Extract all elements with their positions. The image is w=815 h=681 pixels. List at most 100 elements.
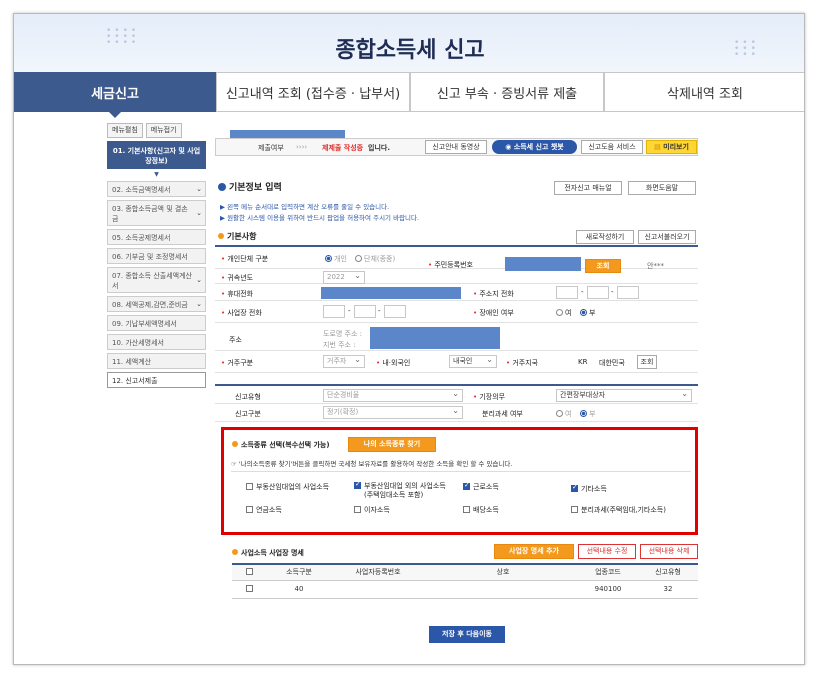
screen-help-button[interactable]: 화면도움말	[628, 181, 696, 195]
income-other[interactable]: 기타소득	[571, 483, 607, 494]
separate-tax-no[interactable]: 부	[580, 409, 595, 419]
address-phone-3[interactable]	[617, 286, 639, 299]
bookkeeping-select[interactable]: 간편장부대상자	[556, 388, 692, 402]
sidebar-item-label: 01. 기본사항(신고자 및 사업장정보)	[112, 147, 201, 165]
sidebar-item-credits[interactable]: 08. 세액공제,감면,준비금 ⌄	[107, 296, 206, 312]
country-label: • 거주지국	[506, 359, 539, 367]
income-type-title: 소득종류 선택(복수선택 가능)	[232, 440, 330, 450]
sidebar-controls: 메뉴펼침 메뉴접기	[107, 123, 206, 138]
disability-no[interactable]: 부	[580, 308, 595, 318]
income-interest[interactable]: 이자소득	[354, 505, 390, 515]
preview-label: 미리보기	[663, 143, 689, 151]
delete-selected-button[interactable]: 선택내용 삭제	[640, 544, 698, 559]
nationality-select[interactable]: 내국인	[449, 354, 497, 368]
disability-yes[interactable]: 여	[556, 308, 571, 318]
sidebar-item-tax-compute[interactable]: 11. 세액계산	[107, 353, 206, 369]
country-name: 대한민국	[599, 359, 625, 367]
menu-collapse-button[interactable]: 메뉴접기	[145, 123, 182, 138]
report-type-select[interactable]: 단순경비율	[323, 388, 463, 402]
table-header: 소득구분 사업자등록번호 상호 업종코드 신고유형	[232, 564, 698, 580]
help-service-button[interactable]: 신고도움 서비스	[581, 140, 643, 154]
find-income-type-button[interactable]: 나의 소득종류 찾기	[348, 437, 436, 452]
row-report-type: 신고유형 단순경비율 • 기장의무 간편장부대상자	[215, 384, 698, 404]
sidebar-item-submit[interactable]: 12. 신고서제출	[107, 372, 206, 388]
income-dividend[interactable]: 배당소득	[463, 505, 499, 515]
business-table: 소득구분 사업자등록번호 상호 업종코드 신고유형 40 940100 32	[232, 563, 698, 599]
income-business[interactable]: 부동산임대업 외의 사업소득(주택임대소득 포함)	[354, 480, 446, 500]
bookkeeping-label: • 기장의무	[473, 393, 506, 401]
income-separate-tax[interactable]: 분리과세(주택임대,기타소득)	[571, 505, 666, 515]
separate-tax-yes[interactable]: 여	[556, 409, 571, 419]
step-arrows: ››››	[296, 143, 308, 151]
year-select[interactable]: 2022	[323, 270, 365, 284]
column-header: 소득구분	[286, 568, 312, 577]
address-label: 주소	[229, 336, 242, 344]
income-real-estate-rental[interactable]: 부동산임대업의 사업소득	[246, 482, 329, 492]
person-type-group[interactable]: 단체(종중)	[355, 254, 395, 264]
business-section: 사업소득 사업장 명세 사업장 명세 추가 선택내용 수정 선택내용 삭제 소득…	[232, 543, 698, 633]
guide-video-button[interactable]: 신고안내 동영상	[425, 140, 487, 154]
chatbot-icon: ◉	[505, 143, 514, 151]
sidebar-item-basic[interactable]: 01. 기본사항(신고자 및 사업장정보)	[107, 141, 206, 169]
tab-tax-report[interactable]: 세금신고	[14, 72, 216, 118]
sidebar-item-donation[interactable]: 06. 기부금 및 조정명세서	[107, 248, 206, 264]
sidebar-item-label: 07. 종합소득 산출세액계산서	[112, 272, 192, 290]
table-row[interactable]: 40 940100 32	[232, 580, 698, 598]
row-select-cell[interactable]	[232, 580, 270, 598]
e-report-manual-button[interactable]: 전자신고 매뉴얼	[554, 181, 622, 195]
business-phone-3[interactable]	[384, 305, 406, 318]
sidebar-item-deduction[interactable]: 05. 소득공제명세서	[107, 229, 206, 245]
chevron-down-icon: ▼	[154, 171, 159, 178]
country-lookup-button[interactable]: 조회	[637, 355, 657, 369]
country-code: KR	[578, 358, 588, 366]
sidebar-item-prepaid[interactable]: 09. 기납부세액명세서	[107, 315, 206, 331]
preview-button[interactable]: ▤ 미리보기	[646, 140, 697, 154]
column-header: 업종코드	[595, 568, 621, 577]
person-type-label: • 개인단체 구분	[221, 255, 269, 263]
rewrite-button[interactable]: 새로작성하기	[576, 230, 634, 244]
load-report-button[interactable]: 신고서불러오기	[638, 230, 696, 244]
business-phone-2[interactable]	[354, 305, 376, 318]
cell-name	[428, 580, 578, 598]
select-all-cell[interactable]	[232, 564, 270, 580]
income-wage[interactable]: 근로소득	[463, 481, 499, 492]
sidebar-item-label: 03. 종합소득금액 및 결손금	[112, 205, 188, 223]
sidebar-item-income-statement[interactable]: 02. 소득금액명세서 ⌄	[107, 181, 206, 197]
income-pension[interactable]: 연금소득	[246, 505, 282, 515]
edit-selected-button[interactable]: 선택내용 수정	[578, 544, 636, 559]
select-all-checkbox[interactable]	[246, 568, 253, 576]
income-type-section: 소득종류 선택(복수선택 가능) 나의 소득종류 찾기 ☞ '나의소득종류 찾기…	[221, 427, 698, 535]
tab-report-history[interactable]: 신고내역 조회 (접수증 · 납부서)	[216, 72, 410, 112]
report-category-label: 신고구분	[235, 410, 261, 418]
add-business-button[interactable]: 사업장 명세 추가	[494, 544, 574, 559]
report-category-select[interactable]: 정기(확정)	[323, 405, 463, 419]
chevron-down-icon: ⌄	[196, 185, 202, 193]
residence-select[interactable]: 거주자	[323, 354, 365, 368]
tab-attachments[interactable]: 신고 부속 · 증빙서류 제출	[410, 72, 604, 112]
address-phone-2[interactable]	[587, 286, 609, 299]
row-report-category: 신고구분 정기(확정) 분리과세 여부 여 부	[215, 404, 698, 422]
cell-biz-no	[328, 580, 428, 598]
row-checkbox[interactable]	[246, 585, 253, 592]
tab-deleted-history[interactable]: 삭제내역 조회	[604, 72, 804, 112]
chatbot-button[interactable]: ◉ 소득세 신고 챗봇	[492, 140, 577, 154]
column-header: 상호	[496, 568, 510, 577]
sidebar-item-total-income[interactable]: 03. 종합소득금액 및 결손금 ⌄	[107, 200, 206, 226]
menu-expand-button[interactable]: 메뉴펼침	[107, 123, 143, 138]
sidebar-item-penalty[interactable]: 10. 가산세명세서	[107, 334, 206, 350]
sidebar-item-tax-calc[interactable]: 07. 종합소득 산출세액계산서 ⌄	[107, 267, 206, 293]
redacted-block	[230, 130, 345, 138]
mobile-field[interactable]	[321, 287, 461, 299]
save-next-button[interactable]: 저장 후 다음이동	[429, 626, 505, 643]
report-type-label: 신고유형	[235, 393, 261, 401]
road-address-label: 도로명 주소 :	[323, 330, 363, 338]
chevron-down-icon: ⌄	[196, 300, 202, 308]
business-phone-label: • 사업장 전화	[221, 309, 262, 317]
sidebar-item-label: 06. 기부금 및 조정명세서	[112, 253, 188, 261]
row-year: • 귀속년도 2022	[215, 269, 698, 284]
row-person-type: • 개인단체 구분 개인 단체(종중) • 주민등록번호 조회 안***	[215, 245, 698, 273]
person-type-individual[interactable]: 개인	[325, 254, 347, 264]
business-phone-1[interactable]	[323, 305, 345, 318]
residence-label: • 거주구분	[221, 359, 254, 367]
address-phone-1[interactable]	[556, 286, 578, 299]
